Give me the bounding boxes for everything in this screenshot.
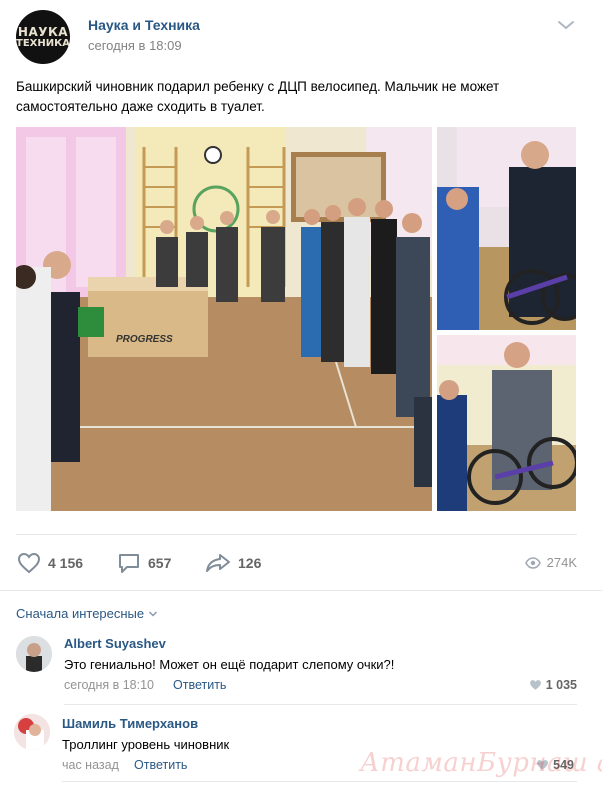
- comment-like-count: 1 035: [545, 678, 577, 692]
- avatar-photo: [16, 636, 52, 672]
- reply-button[interactable]: Ответить: [173, 678, 226, 692]
- post-text: Башкирский чиновник подарил ребенку с ДЦ…: [16, 79, 500, 114]
- post-header: НАУКА ТЕХНИКА Наука и Техника сегодня в …: [0, 0, 602, 70]
- eye-icon: [524, 556, 541, 569]
- group-avatar[interactable]: НАУКА ТЕХНИКА: [16, 10, 70, 64]
- comment-text: Троллинг уровень чиновник: [62, 737, 230, 752]
- comments-divider: [0, 590, 602, 591]
- watermark: АтаманБурнаш аля ЯП: [360, 748, 602, 778]
- group-name-link[interactable]: Наука и Техника: [88, 17, 200, 33]
- like-button[interactable]: 4 156: [17, 551, 83, 575]
- photo-main-scene: PROGRESS: [16, 127, 432, 511]
- chevron-down-icon: [149, 610, 158, 617]
- share-icon: [206, 554, 230, 572]
- avatar[interactable]: [16, 636, 52, 672]
- post-time[interactable]: сегодня в 18:09: [88, 38, 182, 53]
- photo-side1-scene: [437, 127, 576, 330]
- comments-sort-label: Сначала интересные: [16, 606, 145, 621]
- share-button[interactable]: 126: [205, 551, 261, 575]
- comment-time[interactable]: сегодня в 18:10: [64, 678, 154, 692]
- comment-author[interactable]: Albert Suyashev: [64, 636, 166, 651]
- comment-divider: [62, 781, 577, 782]
- share-count: 126: [238, 555, 262, 571]
- photo-box-label: PROGRESS: [116, 334, 173, 345]
- avatar-text-line1: НАУКА: [17, 24, 69, 39]
- photo-side2-scene: [437, 335, 576, 511]
- comment-author[interactable]: Шамиль Тимерханов: [62, 716, 198, 731]
- comment-item: Albert Suyashev Это гениально! Может он …: [0, 630, 602, 705]
- post-photo-main[interactable]: PROGRESS: [16, 127, 432, 511]
- comment-time[interactable]: час назад: [62, 758, 119, 772]
- comment-divider: [64, 704, 577, 705]
- heart-icon: [17, 552, 41, 574]
- heart-icon: [529, 680, 541, 690]
- chevron-down-icon[interactable]: [556, 18, 576, 32]
- comment-count: 657: [148, 555, 172, 571]
- comments-sort-link[interactable]: Сначала интересные: [16, 606, 158, 621]
- views-counter: 274K: [524, 555, 577, 570]
- post-photo-side-2[interactable]: [437, 335, 576, 511]
- post-photo-side-1[interactable]: [437, 127, 576, 330]
- actions-divider: [16, 534, 577, 535]
- avatar-photo: [14, 714, 50, 750]
- comment-like-button[interactable]: 1 035: [529, 678, 577, 692]
- avatar-text-line2: ТЕХНИКА: [16, 37, 70, 49]
- reply-button[interactable]: Ответить: [134, 758, 187, 772]
- comment-text: Это гениально! Может он ещё подарит слеп…: [64, 657, 395, 672]
- views-count: 274K: [546, 555, 577, 570]
- avatar[interactable]: [14, 714, 50, 750]
- comment-icon: [119, 554, 139, 573]
- like-count: 4 156: [48, 555, 84, 571]
- comment-button[interactable]: 657: [117, 551, 171, 575]
